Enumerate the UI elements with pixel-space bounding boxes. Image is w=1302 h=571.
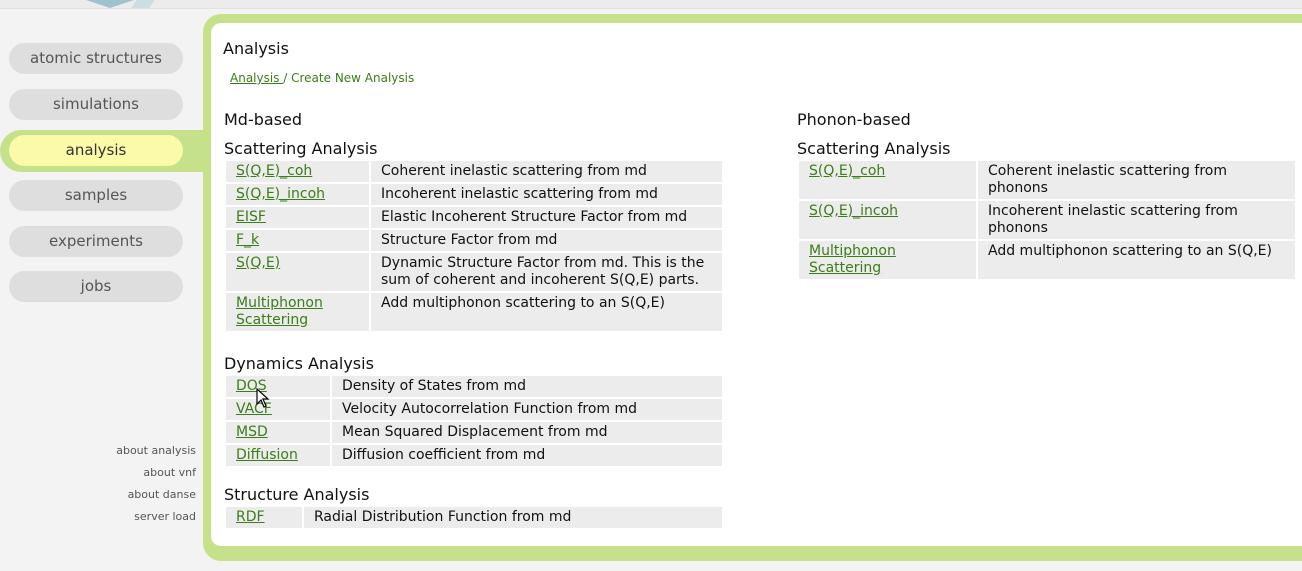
analysis-description: Dynamic Structure Factor from md. This i…: [371, 253, 722, 291]
page-title: Analysis: [223, 39, 289, 58]
phonon-scattering-row: S(Q,E)_coh Coherent inelastic scattering …: [799, 161, 1295, 199]
analysis-description: Velocity Autocorrelation Function from m…: [332, 399, 722, 420]
analysis-name-cell: Multiphonon Scattering: [799, 241, 976, 279]
analysis-name-cell: S(Q,E)_incoh: [226, 184, 369, 205]
nav-experiments[interactable]: experiments: [9, 226, 183, 257]
analysis-description: Incoherent inelastic scattering from pho…: [978, 201, 1295, 239]
phonon-scattering-row: S(Q,E)_incoh Incoherent inelastic scatter…: [799, 201, 1295, 239]
phonon-scattering-row: Multiphonon Scattering Add multiphonon sc…: [799, 241, 1295, 279]
md-scattering-heading: Scattering Analysis: [224, 139, 378, 158]
md-scattering-row: Multiphonon Scattering Add multiphonon sc…: [226, 293, 722, 331]
top-strip: [0, 0, 1302, 9]
md-scattering-row: S(Q,E)_coh Coherent inelastic scattering …: [226, 161, 722, 182]
analysis-name-cell: S(Q,E)_incoh: [799, 201, 976, 239]
nav-analysis[interactable]: analysis: [9, 135, 183, 166]
analysis-link[interactable]: S(Q,E)_coh: [809, 163, 885, 179]
logo-icon: [86, 0, 134, 8]
nav-samples[interactable]: samples: [9, 180, 183, 211]
md-scattering-row: S(Q,E) Dynamic Structure Factor from md. …: [226, 253, 722, 291]
analysis-name-cell: S(Q,E)_coh: [226, 161, 369, 182]
md-dynamics-row: DOS Density of States from md: [226, 376, 722, 397]
footer-link-about-danse[interactable]: about danse: [128, 488, 196, 501]
breadcrumb-current: Create New Analysis: [287, 71, 415, 85]
analysis-link[interactable]: Multiphonon Scattering: [236, 295, 323, 328]
md-scattering-row: EISF Elastic Incoherent Structure Factor …: [226, 207, 722, 228]
analysis-description: Density of States from md: [332, 376, 722, 397]
analysis-description: Incoherent inelastic scattering from md: [371, 184, 722, 205]
analysis-description: Elastic Incoherent Structure Factor from…: [371, 207, 722, 228]
analysis-description: Coherent inelastic scattering from md: [371, 161, 722, 182]
md-dynamics-row: MSD Mean Squared Displacement from md: [226, 422, 722, 443]
analysis-link[interactable]: MSD: [236, 424, 268, 440]
analysis-link[interactable]: RDF: [236, 509, 265, 525]
md-based-heading: Md-based: [224, 110, 303, 129]
nav-jobs[interactable]: jobs: [9, 271, 183, 302]
analysis-name-cell: DOS: [226, 376, 330, 397]
analysis-name-cell: RDF: [226, 507, 302, 528]
nav-simulations[interactable]: simulations: [9, 89, 183, 120]
analysis-name-cell: MSD: [226, 422, 330, 443]
analysis-link[interactable]: S(Q,E)_incoh: [809, 203, 898, 219]
analysis-name-cell: Multiphonon Scattering: [226, 293, 369, 331]
breadcrumb-analysis-link[interactable]: Analysis: [230, 71, 283, 85]
analysis-name-cell: EISF: [226, 207, 369, 228]
footer-link-server-load[interactable]: server load: [134, 510, 196, 523]
analysis-link[interactable]: Multiphonon Scattering: [809, 243, 896, 276]
analysis-link[interactable]: S(Q,E)_coh: [236, 163, 312, 179]
analysis-link[interactable]: EISF: [236, 209, 266, 225]
mouse-cursor-icon: [256, 388, 270, 408]
phonon-based-heading: Phonon-based: [797, 110, 911, 129]
footer-link-about-analysis[interactable]: about analysis: [116, 444, 196, 457]
md-structure-heading: Structure Analysis: [224, 485, 370, 504]
md-structure-row: RDF Radial Distribution Function from md: [226, 507, 722, 528]
md-scattering-row: S(Q,E)_incoh Incoherent inelastic scatter…: [226, 184, 722, 205]
md-dynamics-row: VACF Velocity Autocorrelation Function fr…: [226, 399, 722, 420]
analysis-name-cell: VACF: [226, 399, 330, 420]
nav-atomic-structures[interactable]: atomic structures: [9, 43, 183, 74]
analysis-name-cell: S(Q,E): [226, 253, 369, 291]
analysis-description: Diffusion coefficient from md: [332, 445, 722, 466]
analysis-link[interactable]: S(Q,E): [236, 255, 280, 271]
analysis-description: Add multiphonon scattering to an S(Q,E): [371, 293, 722, 331]
breadcrumb: Analysis / Create New Analysis: [230, 71, 414, 85]
md-dynamics-table: DOS Density of States from md VACF Velocity…: [224, 374, 724, 468]
md-dynamics-heading: Dynamics Analysis: [224, 354, 374, 373]
footer-link-about-vnf[interactable]: about vnf: [143, 466, 196, 479]
md-scattering-row: F_k Structure Factor from md: [226, 230, 722, 251]
phonon-scattering-heading: Scattering Analysis: [797, 139, 951, 158]
phonon-scattering-table: S(Q,E)_coh Coherent inelastic scattering …: [797, 159, 1297, 281]
analysis-description: Structure Factor from md: [371, 230, 722, 251]
analysis-name-cell: S(Q,E)_coh: [799, 161, 976, 199]
md-structure-table: RDF Radial Distribution Function from md: [224, 505, 724, 530]
md-scattering-table: S(Q,E)_coh Coherent inelastic scattering …: [224, 159, 724, 333]
analysis-link[interactable]: Diffusion: [236, 447, 298, 463]
analysis-name-cell: Diffusion: [226, 445, 330, 466]
analysis-name-cell: F_k: [226, 230, 369, 251]
analysis-description: Mean Squared Displacement from md: [332, 422, 722, 443]
analysis-description: Radial Distribution Function from md: [304, 507, 722, 528]
analysis-link[interactable]: F_k: [236, 232, 259, 248]
analysis-link[interactable]: S(Q,E)_incoh: [236, 186, 325, 202]
analysis-description: Add multiphonon scattering to an S(Q,E): [978, 241, 1295, 279]
md-dynamics-row: Diffusion Diffusion coefficient from md: [226, 445, 722, 466]
analysis-description: Coherent inelastic scattering from phono…: [978, 161, 1295, 199]
